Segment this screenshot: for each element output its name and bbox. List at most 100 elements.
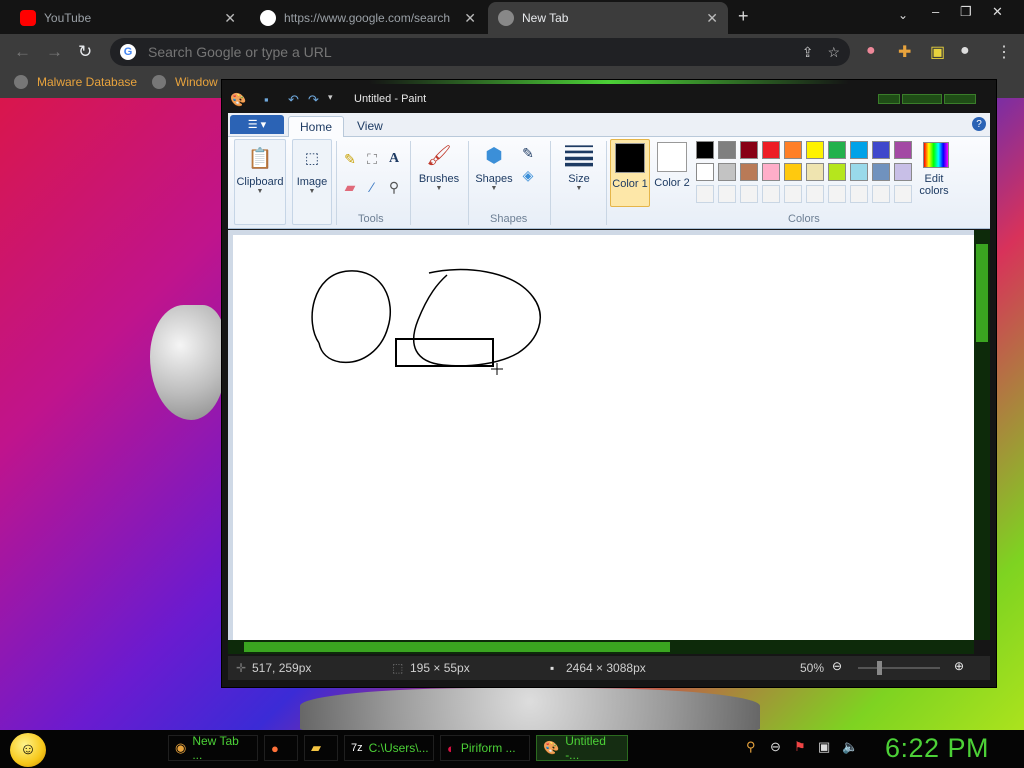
fill-bucket-icon[interactable]: ⛶: [362, 149, 382, 169]
tab-new-tab[interactable]: New Tab ✕: [488, 2, 728, 34]
zoom-slider-thumb[interactable]: [877, 661, 882, 675]
palette-color-swatch[interactable]: [806, 163, 824, 181]
taskbar-item-explorer[interactable]: ▰: [304, 735, 338, 761]
drawing-canvas[interactable]: [233, 235, 974, 640]
search-icon[interactable]: ⚲: [746, 739, 756, 755]
minimize-icon[interactable]: –: [932, 4, 939, 19]
close-button[interactable]: [944, 94, 976, 104]
color2-button[interactable]: Color 2: [652, 139, 692, 207]
save-icon[interactable]: ▪: [264, 92, 269, 107]
side-panel-icon[interactable]: ▣: [930, 42, 945, 62]
close-tab-icon[interactable]: ✕: [706, 10, 718, 27]
taskbar-item-piriform[interactable]: ◐ Piriform ...: [440, 735, 530, 761]
palette-color-swatch[interactable]: [762, 141, 780, 159]
palette-color-swatch[interactable]: [828, 141, 846, 159]
tab-youtube[interactable]: YouTube ✕: [10, 2, 246, 34]
palette-color-swatch[interactable]: [828, 163, 846, 181]
palette-color-swatch[interactable]: [718, 185, 736, 203]
fill-icon[interactable]: ◈: [518, 165, 538, 185]
horizontal-scrollbar[interactable]: [228, 640, 974, 654]
taskbar-clock[interactable]: 6:22 PM: [885, 733, 989, 764]
extension-icon[interactable]: ●: [866, 42, 876, 60]
tab-home[interactable]: Home: [288, 116, 345, 137]
palette-color-swatch[interactable]: [806, 141, 824, 159]
taskbar-item-paint[interactable]: 🎨 Untitled -...: [536, 734, 628, 762]
palette-color-swatch[interactable]: [696, 185, 714, 203]
palette-color-swatch[interactable]: [850, 185, 868, 203]
action-center-flag-icon[interactable]: ⚑: [794, 739, 806, 755]
maximize-button[interactable]: [902, 94, 942, 104]
magnifier-icon[interactable]: ⚲: [384, 177, 404, 197]
eraser-icon[interactable]: ▰: [340, 177, 360, 197]
palette-color-swatch[interactable]: [740, 141, 758, 159]
start-orb-icon[interactable]: ☺: [10, 733, 46, 767]
quick-access-dropdown-icon[interactable]: ▾: [328, 92, 333, 103]
omnibox[interactable]: G ⇪ ☆: [110, 38, 850, 66]
undo-icon[interactable]: ↶: [288, 92, 299, 108]
volume-icon[interactable]: 🔈: [842, 739, 858, 755]
taskbar-item-chrome[interactable]: ◉ New Tab ...: [168, 734, 258, 762]
profile-avatar-icon[interactable]: ●: [960, 42, 970, 60]
tab-view[interactable]: View: [346, 116, 394, 137]
palette-color-swatch[interactable]: [696, 141, 714, 159]
bookmark-malware-database[interactable]: Malware Database: [14, 75, 137, 89]
back-icon[interactable]: ←: [14, 42, 31, 62]
zoom-slider[interactable]: [858, 667, 940, 669]
close-window-icon[interactable]: ✕: [992, 4, 1003, 20]
extensions-puzzle-icon[interactable]: ✚: [898, 42, 911, 62]
clipboard-button[interactable]: 📋 Clipboard ▼: [234, 139, 286, 225]
palette-color-swatch[interactable]: [872, 163, 890, 181]
palette-color-swatch[interactable]: [762, 185, 780, 203]
palette-color-swatch[interactable]: [894, 163, 912, 181]
restore-icon[interactable]: ❐: [960, 4, 972, 20]
menu-kebab-icon[interactable]: ⋮: [996, 42, 1012, 62]
palette-color-swatch[interactable]: [828, 185, 846, 203]
pencil-icon[interactable]: ✎: [340, 149, 360, 169]
taskbar-item-firefox[interactable]: ●: [264, 735, 298, 761]
palette-color-swatch[interactable]: [740, 163, 758, 181]
edit-colors-button[interactable]: Edit colors: [914, 141, 958, 197]
color-picker-icon[interactable]: ⁄: [362, 177, 382, 197]
share-icon[interactable]: ⇪: [802, 44, 814, 61]
zoom-in-icon[interactable]: ⊕: [954, 659, 964, 673]
tab-search-chevron-icon[interactable]: ⌄: [898, 8, 908, 22]
taskbar-item-7zip[interactable]: 7z C:\Users\...: [344, 735, 434, 761]
palette-color-swatch[interactable]: [784, 163, 802, 181]
network-icon[interactable]: ▣: [818, 739, 830, 755]
forward-icon[interactable]: →: [46, 42, 63, 62]
text-tool-icon[interactable]: A: [384, 149, 404, 169]
vertical-scrollbar[interactable]: [974, 230, 990, 640]
file-menu-button[interactable]: ☰ ▾: [230, 115, 284, 134]
palette-color-swatch[interactable]: [872, 185, 890, 203]
horizontal-scroll-thumb[interactable]: [244, 642, 670, 652]
palette-color-swatch[interactable]: [762, 163, 780, 181]
bookmark-star-icon[interactable]: ☆: [827, 44, 840, 61]
palette-color-swatch[interactable]: [740, 185, 758, 203]
shapes-button[interactable]: ⬢ Shapes ▼: [472, 141, 516, 193]
palette-color-swatch[interactable]: [696, 163, 714, 181]
outline-icon[interactable]: ✎: [518, 143, 538, 163]
bookmark-window[interactable]: Window: [152, 75, 218, 89]
image-button[interactable]: ⬚ Image ▼: [292, 139, 332, 225]
paint-app-icon[interactable]: 🎨: [230, 92, 246, 108]
zoom-out-icon[interactable]: ⊖: [832, 659, 842, 673]
palette-color-swatch[interactable]: [872, 141, 890, 159]
palette-color-swatch[interactable]: [850, 141, 868, 159]
close-tab-icon[interactable]: ✕: [464, 10, 476, 27]
palette-color-swatch[interactable]: [894, 141, 912, 159]
redo-icon[interactable]: ↷: [308, 92, 319, 108]
address-input[interactable]: [148, 44, 788, 60]
minimize-button[interactable]: [878, 94, 900, 104]
palette-color-swatch[interactable]: [894, 185, 912, 203]
color1-button[interactable]: Color 1: [610, 139, 650, 207]
close-tab-icon[interactable]: ✕: [224, 10, 236, 27]
size-button[interactable]: Size ▼: [556, 141, 602, 192]
palette-color-swatch[interactable]: [784, 141, 802, 159]
palette-color-swatch[interactable]: [806, 185, 824, 203]
brushes-button[interactable]: 🖌 Brushes ▼: [414, 141, 464, 193]
palette-color-swatch[interactable]: [718, 141, 736, 159]
palette-color-swatch[interactable]: [718, 163, 736, 181]
tab-google-search[interactable]: https://www.google.com/search ✕: [250, 2, 486, 34]
reload-icon[interactable]: ↻: [78, 42, 92, 62]
help-icon[interactable]: ?: [972, 117, 986, 131]
